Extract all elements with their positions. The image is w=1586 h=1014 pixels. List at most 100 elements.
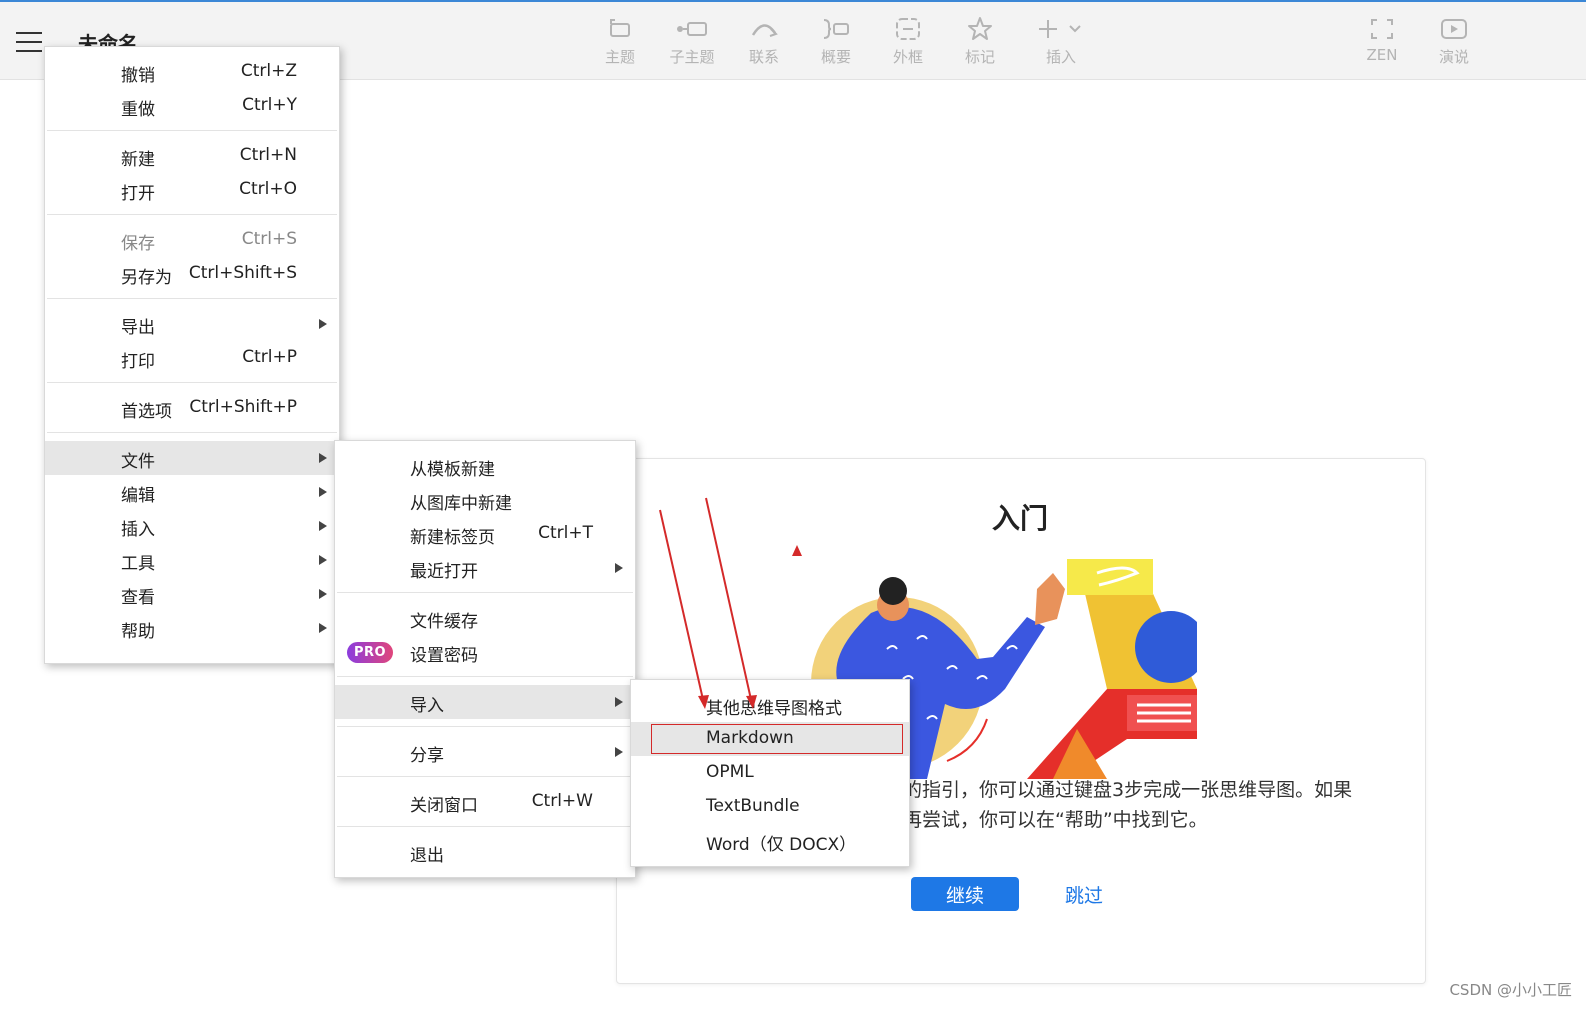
menu-new[interactable]: 新建 Ctrl+N: [45, 139, 339, 173]
submenu-arrow-icon: [319, 521, 327, 531]
menu-close-window-shortcut: Ctrl+W: [531, 791, 593, 811]
menu-quit[interactable]: 退出: [335, 835, 635, 869]
menu-file[interactable]: 文件: [45, 441, 339, 475]
summary-button[interactable]: 概要: [806, 14, 866, 67]
menu-export-label: 导出: [121, 318, 155, 338]
submenu-arrow-icon: [615, 563, 623, 573]
menu-close-window[interactable]: 关闭窗口 Ctrl+W: [335, 785, 635, 819]
menu-view-label: 查看: [121, 588, 155, 608]
menu-divider: [47, 130, 337, 131]
menu-share-label: 分享: [410, 746, 444, 766]
menu-divider: [337, 826, 633, 827]
menu-opml[interactable]: OPML: [631, 756, 909, 790]
zen-label: ZEN: [1366, 46, 1398, 64]
menu-tools[interactable]: 工具: [45, 543, 339, 577]
menu-recent[interactable]: 最近打开: [335, 551, 635, 585]
menu-new-from-template[interactable]: 从模板新建: [335, 449, 635, 483]
menu-open[interactable]: 打开 Ctrl+O: [45, 173, 339, 207]
fullscreen-icon: [1352, 14, 1412, 44]
menu-set-password-label: 设置密码: [410, 646, 478, 666]
zen-button[interactable]: ZEN: [1352, 14, 1412, 64]
menu-new-tab[interactable]: 新建标签页 Ctrl+T: [335, 517, 635, 551]
menu-markdown[interactable]: Markdown: [631, 722, 909, 756]
menu-icon[interactable]: [16, 32, 42, 54]
star-icon: [950, 14, 1010, 44]
marker-button[interactable]: 标记: [950, 14, 1010, 67]
import-submenu: 其他思维导图格式 Markdown OPML TextBundle Word（仅…: [630, 679, 910, 867]
menu-redo[interactable]: 重做 Ctrl+Y: [45, 89, 339, 123]
menu-print-shortcut: Ctrl+P: [242, 347, 297, 367]
continue-button[interactable]: 继续: [911, 877, 1019, 911]
menu-view[interactable]: 查看: [45, 577, 339, 611]
menu-tools-label: 工具: [121, 554, 155, 574]
menu-undo-label: 撤销: [121, 66, 155, 86]
menu-preferences[interactable]: 首选项 Ctrl+Shift+P: [45, 391, 339, 425]
menu-file-label: 文件: [121, 452, 155, 472]
submenu-arrow-icon: [319, 453, 327, 463]
menu-close-window-label: 关闭窗口: [410, 796, 478, 816]
submenu-arrow-icon: [319, 319, 327, 329]
menu-other-formats-label: 其他思维导图格式: [706, 699, 842, 719]
pitch-button[interactable]: 演说: [1424, 14, 1484, 67]
menu-save-label: 保存: [121, 234, 155, 254]
menu-textbundle-label: TextBundle: [706, 796, 800, 816]
marker-label: 标记: [964, 48, 995, 66]
summary-icon: [806, 14, 866, 44]
subtopic-button[interactable]: 子主题: [662, 14, 722, 67]
menu-insert[interactable]: 插入: [45, 509, 339, 543]
menu-divider: [337, 776, 633, 777]
menu-print[interactable]: 打印 Ctrl+P: [45, 341, 339, 375]
menu-import[interactable]: 导入: [335, 685, 635, 719]
menu-save-shortcut: Ctrl+S: [241, 229, 297, 249]
onboarding-desc-line1: 的指引，你可以通过键盘3步完成一张思维导图。如果: [903, 779, 1353, 801]
menu-new-shortcut: Ctrl+N: [239, 145, 297, 165]
menu-undo[interactable]: 撤销 Ctrl+Z: [45, 55, 339, 89]
menu-file-cache[interactable]: 文件缓存: [335, 601, 635, 635]
submenu-arrow-icon: [319, 623, 327, 633]
menu-open-shortcut: Ctrl+O: [239, 179, 297, 199]
menu-new-from-gallery[interactable]: 从图库中新建: [335, 483, 635, 517]
submenu-arrow-icon: [319, 555, 327, 565]
menu-edit-label: 编辑: [121, 486, 155, 506]
boundary-button[interactable]: 外框: [878, 14, 938, 67]
menu-divider: [337, 592, 633, 593]
plus-icon: [1026, 14, 1096, 44]
menu-word[interactable]: Word（仅 DOCX）: [631, 824, 909, 858]
relationship-icon: [734, 14, 794, 44]
menu-divider: [47, 298, 337, 299]
menu-save-as-label: 另存为: [121, 268, 172, 288]
menu-recent-label: 最近打开: [410, 562, 478, 582]
menu-divider: [47, 432, 337, 433]
menu-set-password[interactable]: PRO 设置密码: [335, 635, 635, 669]
boundary-icon: [878, 14, 938, 44]
pro-badge: PRO: [347, 642, 393, 663]
subtopic-icon: [662, 14, 722, 44]
menu-share[interactable]: 分享: [335, 735, 635, 769]
menu-redo-label: 重做: [121, 100, 155, 120]
pitch-label: 演说: [1438, 48, 1469, 66]
menu-help[interactable]: 帮助: [45, 611, 339, 645]
menu-file-cache-label: 文件缓存: [410, 612, 478, 632]
summary-label: 概要: [820, 48, 851, 66]
menu-undo-shortcut: Ctrl+Z: [240, 61, 297, 81]
menu-quit-label: 退出: [410, 846, 444, 866]
skip-link[interactable]: 跳过: [1065, 881, 1103, 908]
insert-button[interactable]: 插入: [1026, 14, 1096, 67]
relationship-label: 联系: [748, 48, 779, 66]
menu-edit[interactable]: 编辑: [45, 475, 339, 509]
menu-new-label: 新建: [121, 150, 155, 170]
topic-button[interactable]: 主题: [590, 14, 650, 67]
menu-export[interactable]: 导出: [45, 307, 339, 341]
menu-save[interactable]: 保存 Ctrl+S: [45, 223, 339, 257]
onboarding-desc-line2: 再尝试，你可以在“帮助”中找到它。: [903, 809, 1208, 831]
menu-markdown-label: Markdown: [706, 728, 794, 748]
relationship-button[interactable]: 联系: [734, 14, 794, 67]
menu-print-label: 打印: [121, 352, 155, 372]
menu-opml-label: OPML: [706, 762, 754, 782]
submenu-arrow-icon: [615, 747, 623, 757]
menu-other-mindmap-formats[interactable]: 其他思维导图格式: [631, 688, 909, 722]
menu-save-as[interactable]: 另存为 Ctrl+Shift+S: [45, 257, 339, 291]
menu-textbundle[interactable]: TextBundle: [631, 790, 909, 824]
topic-icon: [590, 14, 650, 44]
menu-save-as-shortcut: Ctrl+Shift+S: [188, 263, 297, 283]
